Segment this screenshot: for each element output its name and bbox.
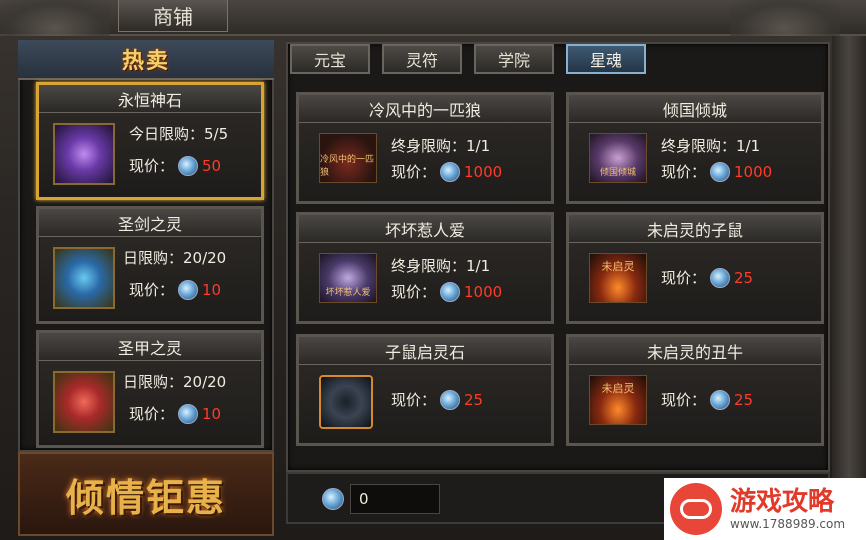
- price-value: 25: [734, 268, 754, 287]
- purple-crystal-icon: [53, 123, 115, 185]
- price-label: 现价：: [129, 157, 175, 175]
- blue-orb-icon: [53, 247, 115, 309]
- item-name: 圣甲之灵: [39, 333, 261, 361]
- star-soul-coin-icon: [710, 267, 731, 288]
- price-value: 1000: [464, 282, 503, 301]
- currency-balance: 0: [350, 484, 440, 514]
- item-name: 永恒神石: [39, 85, 261, 113]
- spirit-stone-icon: [319, 375, 373, 429]
- dragon-ornament-left-icon: [0, 0, 110, 36]
- price-row: 现价： 10: [129, 403, 221, 424]
- star-soul-coin-icon: [710, 161, 731, 182]
- price-label: 现价：: [661, 391, 707, 409]
- price-value: 10: [202, 280, 222, 299]
- item-name: 倾国倾城: [569, 95, 821, 123]
- star-soul-coin-icon: [440, 281, 461, 302]
- price-value: 25: [464, 390, 484, 409]
- price-row: 现价： 1000: [661, 161, 772, 182]
- purchase-limit: 日限购：20/20: [123, 373, 227, 391]
- hot-sale-banner: 热卖: [18, 40, 274, 80]
- price-value: 10: [202, 404, 222, 423]
- tab-xueyuan[interactable]: 学院: [474, 44, 554, 74]
- zodiac-ox-icon: 未启灵: [589, 375, 647, 425]
- hot-sale-label: 热卖: [121, 48, 170, 74]
- shop-item-card[interactable]: 未启灵的丑牛 未启灵 现价： 25: [566, 334, 824, 446]
- price-row: 现价： 1000: [391, 161, 502, 182]
- star-soul-coin-icon: [710, 389, 731, 410]
- right-frame-rail: [832, 36, 866, 506]
- item-name: 圣剑之灵: [39, 209, 261, 237]
- purchase-limit: 终身限购：1/1: [661, 137, 761, 155]
- shop-item-card[interactable]: 倾国倾城 倾国倾城 终身限购：1/1 现价： 1000: [566, 92, 824, 204]
- watermark-title: 游戏攻略: [730, 487, 835, 517]
- item-name: 冷风中的一匹狼: [299, 95, 551, 123]
- price-label: 现价：: [661, 163, 707, 181]
- hot-item-card[interactable]: 圣甲之灵 日限购：20/20 现价： 10: [36, 330, 264, 448]
- tab-lingfu[interactable]: 灵符: [382, 44, 462, 74]
- price-row: 现价： 1000: [391, 281, 502, 302]
- star-soul-coin-icon: [440, 389, 461, 410]
- price-value: 25: [734, 390, 754, 409]
- red-orb-icon: [53, 371, 115, 433]
- zodiac-rat-icon: 未启灵: [589, 253, 647, 303]
- title-badge-icon: 倾国倾城: [589, 133, 647, 183]
- price-label: 现价：: [129, 405, 175, 423]
- tab-yuanbao[interactable]: 元宝: [290, 44, 370, 74]
- site-watermark: 游戏攻略 www.1788989.com: [664, 478, 866, 540]
- dragon-ornament-right-icon: [730, 0, 840, 36]
- category-tabs: 元宝 灵符 学院 星魂: [290, 44, 646, 76]
- purchase-limit: 日限购：20/20: [123, 249, 227, 267]
- item-name: 未启灵的丑牛: [569, 337, 821, 365]
- hot-item-card[interactable]: 永恒神石 今日限购：5/5 现价： 50: [36, 82, 264, 200]
- price-row: 现价： 50: [129, 155, 221, 176]
- watermark-url: www.1788989.com: [730, 517, 846, 531]
- hot-item-card[interactable]: 圣剑之灵 日限购：20/20 现价： 10: [36, 206, 264, 324]
- price-label: 现价：: [391, 283, 437, 301]
- star-soul-coin-icon: [440, 161, 461, 182]
- shop-item-card[interactable]: 未启灵的子鼠 未启灵 现价： 25: [566, 212, 824, 324]
- shop-item-card[interactable]: 冷风中的一匹狼 冷风中的一匹狼 终身限购：1/1 现价： 1000: [296, 92, 554, 204]
- title-badge-icon: 坏坏惹人爱: [319, 253, 377, 303]
- price-value: 1000: [464, 162, 503, 181]
- title-bar: 商铺: [0, 0, 866, 36]
- promo-slogan: 倾情钜惠: [65, 474, 226, 520]
- price-value: 50: [202, 156, 222, 175]
- gamepad-logo-icon: [670, 483, 722, 535]
- price-row: 现价： 10: [129, 279, 221, 300]
- tab-xinghun[interactable]: 星魂: [566, 44, 646, 74]
- star-soul-coin-icon: [178, 279, 199, 300]
- shop-item-card[interactable]: 坏坏惹人爱 坏坏惹人爱 终身限购：1/1 现价： 1000: [296, 212, 554, 324]
- purchase-limit: 终身限购：1/1: [391, 257, 491, 275]
- price-label: 现价：: [391, 391, 437, 409]
- price-label: 现价：: [661, 269, 707, 287]
- window-title: 商铺: [118, 0, 228, 32]
- star-soul-coin-icon: [322, 488, 344, 510]
- price-value: 1000: [734, 162, 773, 181]
- star-soul-coin-icon: [178, 403, 199, 424]
- price-label: 现价：: [391, 163, 437, 181]
- price-row: 现价： 25: [661, 267, 753, 288]
- price-row: 现价： 25: [391, 389, 483, 410]
- item-name: 子鼠启灵石: [299, 337, 551, 365]
- promo-slogan-banner: 倾情钜惠: [18, 452, 274, 536]
- price-label: 现价：: [129, 281, 175, 299]
- title-badge-icon: 冷风中的一匹狼: [319, 133, 377, 183]
- item-name: 未启灵的子鼠: [569, 215, 821, 243]
- item-name: 坏坏惹人爱: [299, 215, 551, 243]
- star-soul-coin-icon: [178, 155, 199, 176]
- shop-item-card[interactable]: 子鼠启灵石 现价： 25: [296, 334, 554, 446]
- purchase-limit: 终身限购：1/1: [391, 137, 491, 155]
- price-row: 现价： 25: [661, 389, 753, 410]
- purchase-limit: 今日限购：5/5: [129, 125, 229, 143]
